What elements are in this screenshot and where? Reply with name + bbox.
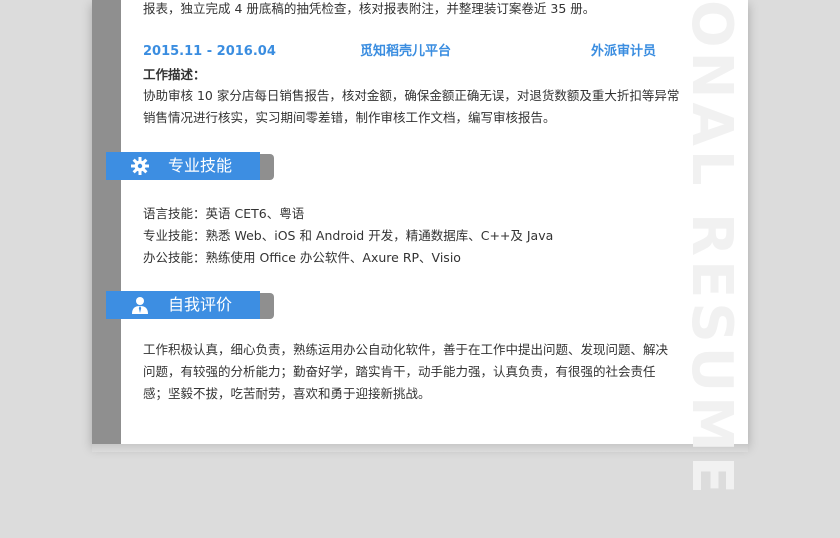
- experience-date: 2015.11 - 2016.04: [143, 44, 276, 59]
- experience-desc-label: 工作描述：: [143, 67, 206, 82]
- skill-line-professional: 专业技能：熟悉 Web、iOS 和 Android 开发，精通数据库、C++及 …: [143, 228, 554, 243]
- resume-sidebar: [92, 0, 121, 444]
- self-eval-heading-tab: [260, 293, 274, 319]
- skill-line-language: 语言技能：英语 CET6、粤语: [143, 206, 305, 221]
- skill-line-office: 办公技能：熟练使用 Office 办公软件、Axure RP、Visio: [143, 250, 461, 265]
- skills-heading: 专业技能: [106, 152, 276, 182]
- experience-company: 觅知稻壳儿平台: [360, 44, 452, 59]
- experience-desc-line-1: 协助审核 10 家分店每日销售报告，核对金额，确保金额正确无误，对退货数额及重大…: [143, 88, 680, 103]
- skills-heading-title: 专业技能: [168, 156, 233, 175]
- self-eval-line-2: 问题，有较强的分析能力；勤奋好学，踏实肯干，动手能力强，认真负责，有很强的社会责…: [143, 364, 656, 379]
- user-icon: [132, 297, 148, 314]
- self-eval-heading: 自我评价: [106, 291, 276, 321]
- page-shadow: [92, 444, 748, 452]
- experience-position: 外派审计员: [591, 44, 657, 59]
- resume-watermark: ONAL RESUME: [679, 0, 744, 499]
- experience-top-line: 报表，独立完成 4 册底稿的抽凭检查，核对报表附注，并整理装订案卷近 35 册。: [143, 1, 596, 16]
- self-eval-line-3: 感；坚毅不拔，吃苦耐劳，喜欢和勇于迎接新挑战。: [143, 386, 431, 401]
- self-eval-heading-title: 自我评价: [168, 295, 233, 314]
- gear-icon: [131, 157, 149, 175]
- experience-desc-line-2: 销售情况进行核实，实习期间零差错，制作审核工作文档，编写审核报告。: [143, 110, 556, 125]
- self-eval-line-1: 工作积极认真，细心负责，熟练运用办公自动化软件，善于在工作中提出问题、发现问题、…: [143, 342, 669, 357]
- skills-heading-tab: [260, 154, 274, 180]
